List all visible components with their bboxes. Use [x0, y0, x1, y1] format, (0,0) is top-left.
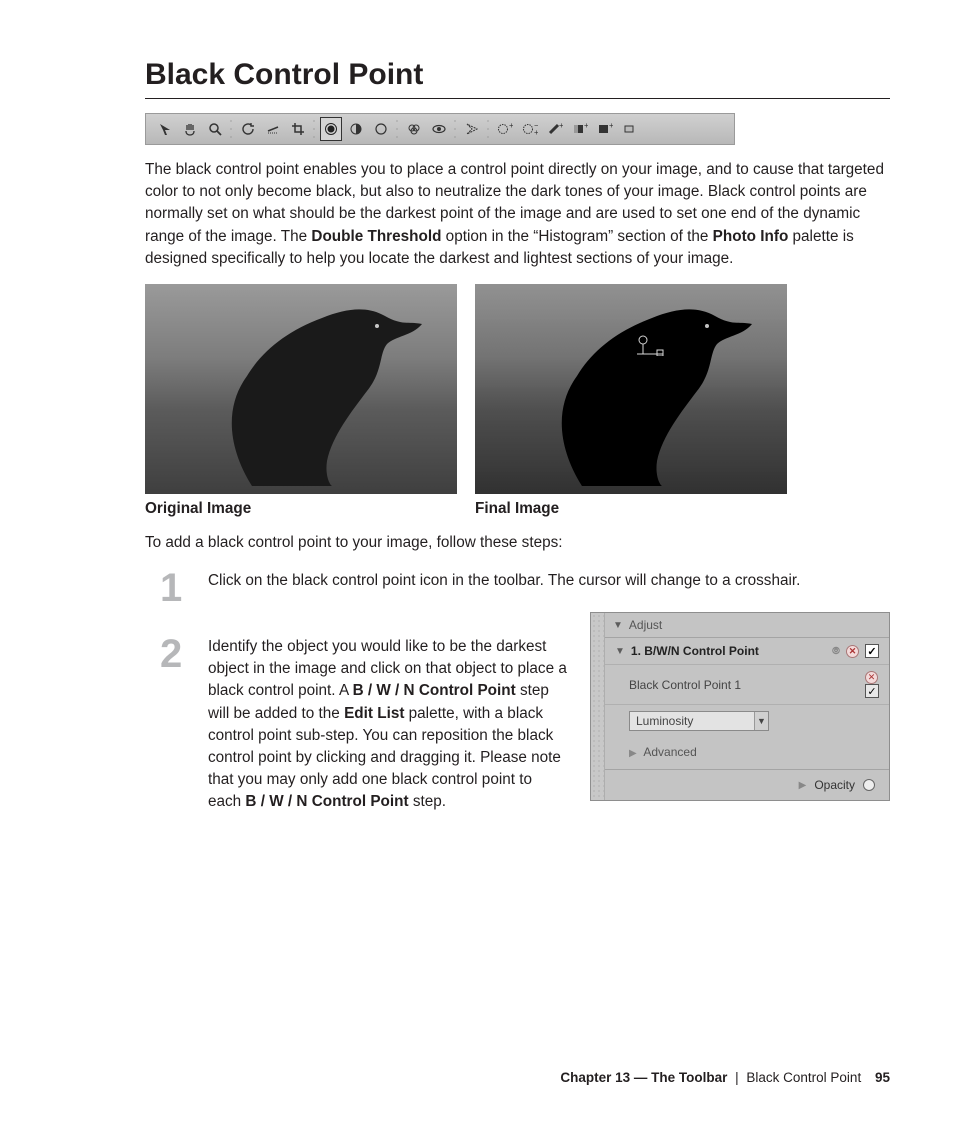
opacity-row: ▶ Opacity: [605, 770, 889, 800]
step-2-number: 2: [160, 636, 194, 813]
page-footer: Chapter 13 — The Toolbar | Black Control…: [560, 1070, 890, 1085]
intro-bold-1: Double Threshold: [311, 228, 441, 245]
step-2-b2: Edit List: [344, 705, 404, 722]
minus-brush-icon[interactable]: −+: [519, 117, 541, 141]
crop-tool-icon[interactable]: [287, 117, 309, 141]
intro-text-2: option in the “Histogram” section of the: [441, 228, 712, 245]
original-image: [145, 284, 457, 494]
example-images-row: Original Image Final Image: [145, 284, 890, 518]
final-image: [475, 284, 787, 494]
advanced-label: Advanced: [643, 745, 696, 759]
white-control-point-icon[interactable]: [370, 117, 392, 141]
collapse-triangle-icon: ▼: [613, 620, 623, 631]
steps-intro: To add a black control point to your ima…: [145, 532, 890, 554]
opacity-triangle-icon: ▶: [799, 780, 807, 791]
dropdown-arrow-icon: ▼: [754, 712, 768, 730]
intro-bold-2: Photo Info: [713, 228, 789, 245]
svg-text:+: +: [609, 122, 613, 130]
palette-title: Adjust: [629, 618, 662, 632]
intro-paragraph: The black control point enables you to p…: [145, 159, 890, 270]
footer-chapter: Chapter 13 — The Toolbar: [560, 1070, 727, 1085]
step-triangle-icon: ▼: [615, 646, 625, 657]
neutral-control-point-icon[interactable]: [345, 117, 367, 141]
arrow-tool-icon[interactable]: [154, 117, 176, 141]
step-row[interactable]: ▼ 1. B/W/N Control Point ⦾ ✕ ✓: [605, 638, 889, 665]
rotate-tool-icon[interactable]: [237, 117, 259, 141]
palette-header[interactable]: ▼ Adjust: [605, 613, 889, 638]
dropdown-value: Luminosity: [636, 714, 693, 728]
step-1-number: 1: [160, 570, 194, 606]
step-row-title: 1. B/W/N Control Point: [631, 644, 759, 658]
substep-row[interactable]: Black Control Point 1 ✕ ✓: [605, 665, 889, 705]
step-1-text: Click on the black control point icon in…: [208, 570, 890, 606]
page-title: Black Control Point: [145, 58, 890, 99]
zoom-tool-icon[interactable]: [204, 117, 226, 141]
original-caption: Original Image: [145, 500, 457, 518]
control-point-marker-icon: [637, 334, 667, 356]
substep-checkbox[interactable]: ✓: [865, 684, 879, 698]
svg-text:+: +: [509, 122, 513, 130]
delete-step-icon[interactable]: ✕: [846, 645, 859, 658]
adjust-palette: ▼ Adjust ▼ 1. B/W/N Control Point ⦾ ✕ ✓ …: [590, 612, 890, 801]
lasso-tool-icon[interactable]: [461, 117, 483, 141]
final-image-card: Final Image: [475, 284, 787, 518]
step-2-b3: B / W / N Control Point: [245, 793, 408, 810]
step-2-text: Identify the object you would like to be…: [208, 636, 568, 813]
black-control-point-icon[interactable]: [320, 117, 342, 141]
advanced-row[interactable]: ▶ Advanced: [605, 737, 889, 770]
footer-section: Black Control Point: [746, 1070, 861, 1085]
link-icon[interactable]: ⦾: [832, 646, 840, 657]
plus-brush-icon[interactable]: +: [494, 117, 516, 141]
svg-text:+: +: [559, 122, 563, 130]
color-control-point-icon[interactable]: [403, 117, 425, 141]
gradient-tool-icon[interactable]: +: [569, 117, 591, 141]
substep-label: Black Control Point 1: [629, 678, 741, 692]
step-1: 1 Click on the black control point icon …: [145, 570, 890, 606]
straighten-tool-icon[interactable]: [262, 117, 284, 141]
remove-tool-icon[interactable]: [619, 117, 641, 141]
footer-page-number: 95: [875, 1070, 890, 1085]
fill-tool-icon[interactable]: +: [594, 117, 616, 141]
step-2-b1: B / W / N Control Point: [353, 682, 516, 699]
method-dropdown[interactable]: Luminosity ▼: [629, 711, 769, 731]
opacity-label: Opacity: [814, 778, 855, 792]
step-2-e: step.: [409, 793, 446, 810]
final-caption: Final Image: [475, 500, 787, 518]
original-image-card: Original Image: [145, 284, 457, 518]
palette-grip[interactable]: [591, 613, 605, 800]
delete-substep-icon[interactable]: ✕: [865, 671, 878, 684]
opacity-radio[interactable]: [863, 779, 875, 791]
advanced-triangle-icon: ▶: [629, 748, 637, 759]
eraser-tool-icon[interactable]: +: [544, 117, 566, 141]
redeye-control-point-icon[interactable]: [428, 117, 450, 141]
toolbar: + −+ + + +: [145, 113, 735, 145]
step-checkbox[interactable]: ✓: [865, 644, 879, 658]
hand-tool-icon[interactable]: [179, 117, 201, 141]
svg-text:+: +: [534, 128, 538, 136]
dropdown-row: Luminosity ▼: [605, 705, 889, 737]
svg-text:+: +: [584, 122, 588, 130]
